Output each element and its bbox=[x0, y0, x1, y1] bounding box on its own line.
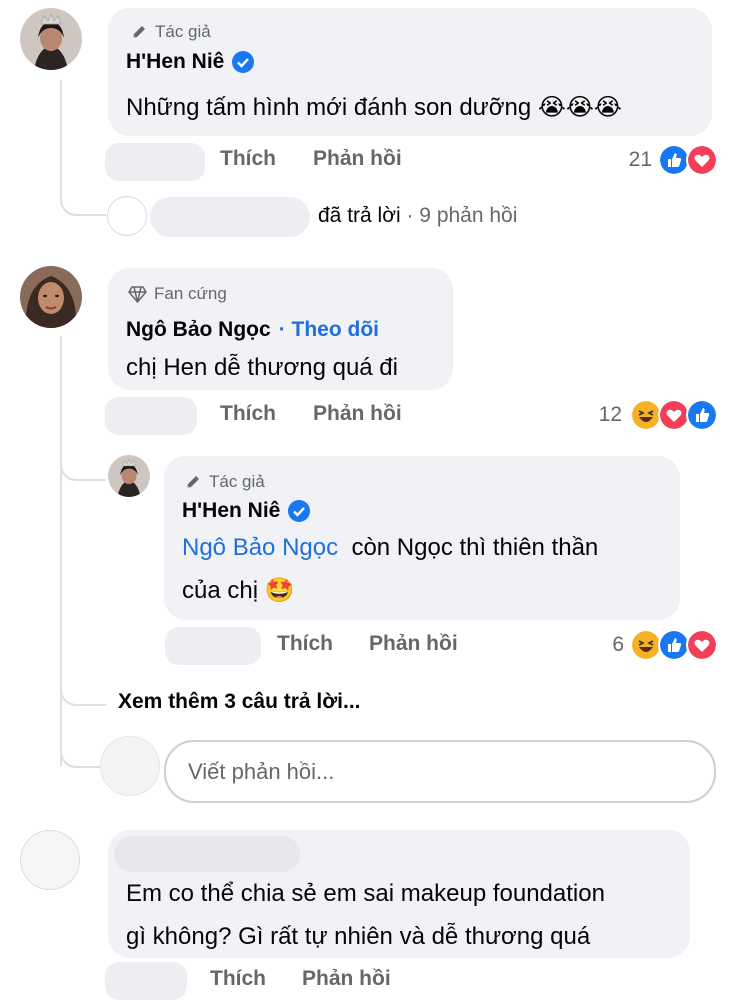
badge-label: Fan cứng bbox=[154, 284, 227, 303]
commenter-name-text[interactable]: Ngô Bảo Ngọc bbox=[126, 318, 271, 342]
mention-link[interactable]: Ngô Bảo Ngọc bbox=[182, 534, 338, 561]
avatar-hhen-nie-small[interactable] bbox=[108, 455, 150, 497]
pen-icon bbox=[187, 476, 199, 488]
thread-connector bbox=[60, 435, 106, 481]
profile-photo-icon bbox=[20, 8, 82, 70]
comment-text: Những tấm hình mới đánh son dưỡng 😭😭😭 bbox=[126, 86, 622, 129]
comment-text: chị Hen dễ thương quá đi bbox=[126, 354, 398, 381]
profile-photo-icon bbox=[108, 455, 150, 497]
reply-button[interactable]: Phản hồi bbox=[302, 967, 391, 991]
reply-button[interactable]: Phản hồi bbox=[313, 147, 402, 171]
love-reaction-icon bbox=[686, 144, 718, 176]
timestamp-blurred bbox=[105, 962, 187, 1000]
thread-line bbox=[60, 336, 62, 766]
like-button[interactable]: Thích bbox=[210, 967, 266, 991]
like-button[interactable]: Thích bbox=[220, 147, 276, 171]
profile-photo-icon bbox=[20, 266, 82, 328]
view-replies-link[interactable]: đã trả lời · 9 phản hồi bbox=[318, 204, 517, 228]
commenter-name-blurred bbox=[114, 836, 300, 872]
thread-connector bbox=[60, 170, 106, 216]
star-struck-emoji-icon: 🤩 bbox=[264, 576, 295, 604]
fan-badge: Fan cứng bbox=[128, 284, 227, 304]
timestamp-blurred bbox=[105, 397, 197, 435]
follow-button[interactable]: · Theo dõi bbox=[279, 318, 379, 342]
reply-bubble: Tác giả H'Hen Niê Ngô Bảo Ngọc còn Ngọc … bbox=[164, 456, 680, 620]
author-badge: Tác giả bbox=[184, 472, 265, 492]
comment-text-content: Những tấm hình mới đánh son dưỡng bbox=[126, 94, 532, 121]
commenter-name[interactable]: H'Hen Niê bbox=[182, 499, 311, 523]
love-reaction-icon bbox=[686, 629, 718, 661]
reply-button[interactable]: Phản hồi bbox=[313, 402, 402, 426]
replies-count: · 9 phản hồi bbox=[406, 204, 518, 227]
reply-text-line2: của chị bbox=[182, 577, 259, 604]
reply-button[interactable]: Phản hồi bbox=[369, 632, 458, 656]
timestamp-blurred bbox=[165, 627, 261, 665]
reaction-count[interactable]: 21 bbox=[600, 148, 652, 172]
commenter-name-text[interactable]: H'Hen Niê bbox=[126, 50, 224, 74]
comment-bubble: Tác giả H'Hen Niê Những tấm hình mới đán… bbox=[108, 8, 712, 136]
reply-input-placeholder: Viết phản hồi... bbox=[188, 759, 335, 784]
like-reaction-icon bbox=[686, 399, 718, 431]
reply-input[interactable]: Viết phản hồi... bbox=[164, 740, 716, 803]
crying-emoji-icon: 😭😭😭 bbox=[537, 93, 622, 121]
comment-text: Em co thể chia sẻ em sai makeup foundati… bbox=[126, 872, 605, 958]
thread-connector bbox=[60, 660, 106, 706]
comment-text-line2: gì không? Gì rất tự nhiên và dễ thương q… bbox=[126, 923, 591, 950]
avatar-hhen-nie[interactable] bbox=[20, 8, 82, 70]
pen-icon bbox=[133, 26, 145, 38]
avatar-ngo-bao-ngoc[interactable] bbox=[20, 266, 82, 328]
badge-label: Tác giả bbox=[209, 472, 265, 491]
comment-bubble: Fan cứng Ngô Bảo Ngọc · Theo dõi chị Hen… bbox=[108, 268, 453, 390]
reaction-count[interactable]: 6 bbox=[572, 633, 624, 657]
verified-badge-icon bbox=[232, 51, 255, 73]
like-button[interactable]: Thích bbox=[277, 632, 333, 656]
thread-connector bbox=[60, 722, 102, 768]
reaction-count[interactable]: 12 bbox=[570, 403, 622, 427]
verified-badge-icon bbox=[288, 500, 311, 522]
replied-text: đã trả lời bbox=[318, 204, 401, 227]
commenter-name-text[interactable]: H'Hen Niê bbox=[182, 499, 280, 523]
reply-text: Ngô Bảo Ngọc còn Ngọc thì thiên thần của… bbox=[182, 526, 598, 612]
commenter-name[interactable]: H'Hen Niê bbox=[126, 50, 255, 74]
like-button[interactable]: Thích bbox=[220, 402, 276, 426]
author-badge: Tác giả bbox=[130, 22, 211, 42]
commenter-avatar[interactable] bbox=[20, 830, 80, 890]
badge-label: Tác giả bbox=[155, 22, 211, 41]
reply-text-line1: còn Ngọc thì thiên thần bbox=[351, 534, 599, 561]
commenter-name[interactable]: Ngô Bảo Ngọc · Theo dõi bbox=[126, 318, 379, 342]
replier-name-blurred bbox=[150, 197, 310, 237]
timestamp-blurred bbox=[105, 143, 205, 181]
comment-text-line1: Em co thể chia sẻ em sai makeup foundati… bbox=[126, 880, 605, 907]
diamond-icon bbox=[128, 285, 147, 303]
view-more-replies-link[interactable]: Xem thêm 3 câu trả lời... bbox=[118, 690, 361, 714]
my-avatar bbox=[100, 736, 160, 796]
comment-bubble: Em co thể chia sẻ em sai makeup foundati… bbox=[108, 830, 690, 958]
replier-avatar[interactable] bbox=[107, 196, 147, 236]
